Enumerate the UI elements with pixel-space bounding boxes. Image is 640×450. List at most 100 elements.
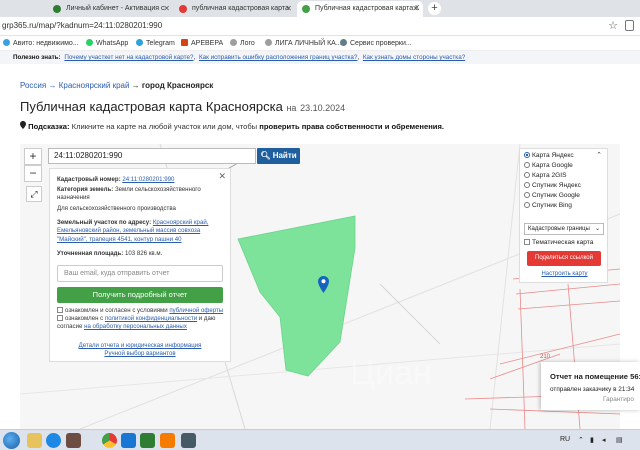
telegram-icon [136, 39, 143, 46]
watermark-logo: Циан [350, 354, 432, 392]
cadastral-layer-select[interactable]: Кадастровые границы ⌄ [524, 223, 604, 235]
app-icon[interactable] [140, 433, 155, 448]
get-report-button[interactable]: Получить подробный отчет [57, 287, 223, 303]
extension-icon[interactable] [625, 20, 634, 31]
browser-tab-2[interactable]: публичная кадастровая карта ✕ [174, 1, 296, 17]
offer-link[interactable]: публичной оферты [169, 307, 223, 314]
details-link[interactable]: Детали отчета и юридическая информация [79, 342, 202, 349]
address-row: Земельный участок по адресу: Красноярски… [57, 219, 225, 244]
app-icon[interactable] [121, 433, 136, 448]
manual-select-link[interactable]: Ручной выбор вариантов [104, 350, 175, 357]
windows-taskbar: RU ⌃ ▮ ◂ ▤ [0, 429, 640, 450]
help-link[interactable]: Почему участкет нет на кадастровой карте… [64, 54, 193, 61]
tab-favicon-icon [179, 5, 187, 13]
agree-privacy-text: ознакомлен с [65, 315, 104, 322]
area-value: 103 826 кв.м. [125, 250, 163, 257]
service-icon [340, 39, 347, 46]
breadcrumb: Россия → Красноярский край → город Красн… [20, 81, 213, 90]
new-tab-button[interactable]: + [428, 2, 441, 15]
bookmarks-bar: Авито: недвижимо... WhatsApp Telegram АР… [0, 36, 640, 51]
cadastral-plot[interactable] [237, 215, 356, 377]
bookmark-whatsapp[interactable]: WhatsApp [86, 39, 128, 47]
media-icon[interactable] [66, 433, 81, 448]
bookmark-label: Сервис проверки... [350, 40, 412, 47]
whatsapp-icon [86, 39, 93, 46]
network-icon[interactable]: ▮ [590, 436, 594, 444]
close-tab-icon[interactable]: ✕ [285, 1, 292, 17]
ie-icon[interactable] [46, 433, 61, 448]
chevron-down-icon: ⌄ [594, 226, 600, 232]
explorer-icon[interactable] [27, 433, 42, 448]
notification-center-icon[interactable]: ▤ [616, 436, 623, 444]
app-icon[interactable] [160, 433, 175, 448]
agree-privacy-checkbox[interactable] [57, 315, 63, 321]
breadcrumb-link[interactable]: Красноярский край [59, 81, 130, 90]
setup-map-link[interactable]: Настроить карту [520, 271, 609, 277]
bookmark-star-icon[interactable]: ☆ [608, 19, 618, 32]
radio-icon [524, 152, 530, 158]
find-button[interactable]: 🔍︎ Найти [257, 148, 300, 164]
tray-chevron-icon[interactable]: ⌃ [578, 436, 584, 444]
close-tab-icon[interactable]: ✕ [163, 1, 170, 17]
agree-privacy-row: ознакомлен с политикой конфиденциальност… [57, 315, 225, 332]
title-date: 23.10.2024 [300, 103, 346, 113]
browser-tab-1[interactable]: Личный кабинет - Активация с ✕ [48, 1, 174, 17]
layer-label: Спутник Google [532, 192, 580, 199]
chevron-up-icon[interactable]: ⌃ [596, 151, 602, 159]
bookmark-liga[interactable]: ЛИГА ЛИЧНЫЙ КА... [265, 39, 342, 47]
personal-data-link[interactable]: на обработку персональных данных [84, 323, 187, 330]
manual-link-wrap: Ручной выбор вариантов [50, 350, 230, 357]
map-layers-panel: ⌃ Карта Яндекс Карта Google Карта 2GIS С… [519, 148, 608, 283]
help-link[interactable]: Как исправить ошибку расположения границ… [199, 54, 357, 61]
notification-title: Отчет на помещение 56:3 [550, 372, 640, 381]
app-icon[interactable] [181, 433, 196, 448]
plot-info-panel: ✕ Кадастровый номер: 24:11:0280201:990 К… [49, 168, 231, 362]
layer-option-yandex-sat[interactable]: Спутник Яндекс [524, 182, 581, 189]
layer-option-yandex-map[interactable]: Карта Яндекс [524, 152, 574, 159]
report-notification[interactable]: Отчет на помещение 56:3 отправлен заказч… [541, 362, 640, 410]
breadcrumb-link[interactable]: Россия [20, 81, 46, 90]
bookmark-arevera[interactable]: АРЕВЕРА [181, 39, 223, 47]
kadnum-search-input[interactable]: 24:11:0280201:990 [48, 148, 256, 164]
chrome-icon[interactable] [102, 433, 117, 448]
category-label: Категория земель: [57, 186, 114, 193]
kadnum-link[interactable]: 24:11:0280201:990 [122, 176, 174, 183]
radio-icon [524, 192, 530, 198]
notification-guarantee: Гарантиро [603, 396, 634, 403]
radio-icon [524, 202, 530, 208]
volume-icon[interactable]: ◂ [602, 436, 606, 444]
layer-option-bing-sat[interactable]: Спутник Bing [524, 202, 572, 209]
bookmark-avito[interactable]: Авито: недвижимо... [3, 39, 79, 47]
bookmark-label: АРЕВЕРА [191, 40, 224, 47]
share-link-button[interactable]: Поделиться ссылкой [527, 251, 601, 266]
bookmark-service[interactable]: Сервис проверки... [340, 39, 412, 47]
pin-icon [20, 121, 26, 129]
layer-option-google-map[interactable]: Карта Google [524, 162, 573, 169]
fullscreen-icon[interactable]: ⤢ [26, 186, 42, 202]
help-link[interactable]: Как узнать домы стороны участка? [363, 54, 465, 61]
zoom-in-button[interactable]: + [24, 148, 42, 165]
hint-bold: проверить права собственности и обремене… [259, 122, 445, 131]
language-indicator[interactable]: RU [560, 436, 570, 443]
layer-option-2gis-map[interactable]: Карта 2GIS [524, 172, 567, 179]
privacy-link[interactable]: политикой конфиденциальности [105, 315, 197, 322]
layer-option-google-sat[interactable]: Спутник Google [524, 192, 580, 199]
start-button[interactable] [3, 432, 20, 449]
email-input[interactable]: Ваш email, куда отправить отчет [57, 265, 223, 282]
map-label: 210 [540, 354, 551, 360]
bookmark-telegram[interactable]: Telegram [136, 39, 175, 47]
bookmark-logo[interactable]: Лого [230, 39, 255, 47]
title-date-prefix: на [286, 103, 297, 113]
agree-offer-checkbox[interactable] [57, 307, 63, 313]
browser-tab-active[interactable]: Публичная кадастровая карта К ✕ [297, 1, 423, 17]
help-label: Полезно знать: [13, 54, 61, 61]
url-field[interactable]: grp365.ru/map/?kadnum=24:11:0280201:990 [2, 21, 162, 30]
zoom-out-button[interactable]: − [24, 165, 42, 182]
layer-label: Карта 2GIS [532, 172, 567, 179]
thematic-label: Тематическая карта [532, 239, 594, 246]
close-tab-icon[interactable]: ✕ [412, 1, 419, 17]
map-marker-icon[interactable] [318, 276, 329, 293]
breadcrumb-current: город Красноярск [141, 81, 214, 90]
thematic-map-toggle[interactable]: Тематическая карта [524, 239, 593, 246]
bookmark-label: ЛИГА ЛИЧНЫЙ КА... [275, 40, 342, 47]
